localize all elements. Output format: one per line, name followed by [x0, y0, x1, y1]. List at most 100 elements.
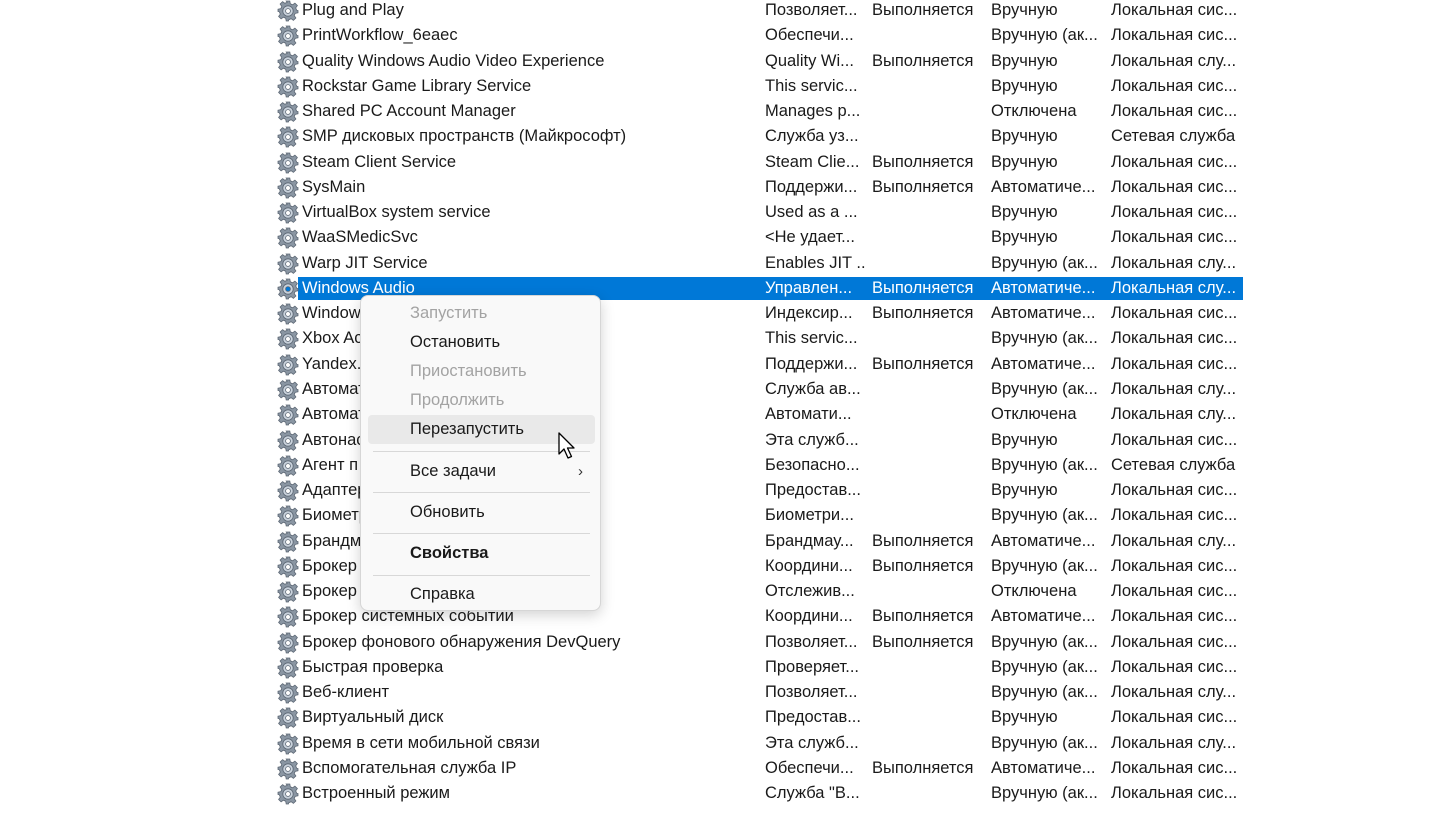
- service-row[interactable]: Steam Client Service Steam Clie... Выпол…: [0, 150, 1440, 175]
- service-name: SMP дисковых пространств (Майкрософт): [302, 127, 627, 146]
- service-row[interactable]: Агент п Безопасно... Вручную (ак... Сете…: [0, 453, 1440, 478]
- service-row[interactable]: PrintWorkflow_6eaec Обеспечи... Вручную …: [0, 23, 1440, 48]
- service-description: This servic...: [765, 329, 858, 348]
- service-row[interactable]: Quality Windows Audio Video Experience Q…: [0, 49, 1440, 74]
- service-row[interactable]: Xbox Ac This servic... Вручную (ак... Ло…: [0, 326, 1440, 351]
- service-row[interactable]: Shared PC Account Manager Manages p... О…: [0, 99, 1440, 124]
- service-startup-type: Вручную: [991, 708, 1058, 727]
- service-startup-type: Вручную (ак...: [991, 506, 1098, 525]
- service-row[interactable]: Брокер Координи... Выполняется Вручную (…: [0, 554, 1440, 579]
- service-logon-as: Локальная слу...: [1111, 253, 1237, 272]
- menu-separator: [373, 533, 590, 534]
- service-name: Plug and Play: [302, 1, 404, 19]
- service-row[interactable]: VirtualBox system service Used as a ... …: [0, 200, 1440, 225]
- menu-item-stop[interactable]: Остановить: [368, 328, 595, 357]
- service-description: This servic...: [765, 76, 858, 95]
- service-startup-type: Вручную (ак...: [991, 455, 1098, 474]
- service-row[interactable]: Автомат ояса Автомати... Отключена Локал…: [0, 402, 1440, 427]
- service-startup-type: Вручную (ак...: [991, 379, 1098, 398]
- service-status: Выполняется: [872, 177, 974, 196]
- service-gear-icon: [277, 152, 299, 174]
- service-startup-type: Вручную: [991, 76, 1058, 95]
- menu-item-pause: Приостановить: [368, 357, 595, 386]
- mouse-cursor-icon: [558, 432, 575, 459]
- service-row[interactable]: Plug and Play Позволяет... Выполняется В…: [0, 0, 1440, 23]
- service-gear-icon: [277, 682, 299, 704]
- service-logon-as: Локальная сис...: [1111, 1, 1238, 19]
- service-row[interactable]: Warp JIT Service Enables JIT ... Вручную…: [0, 251, 1440, 276]
- service-row[interactable]: Веб-клиент Позволяет... Вручную (ак... Л…: [0, 680, 1440, 705]
- service-row[interactable]: Windows Audio Управлен... Выполняется Ав…: [0, 276, 1440, 301]
- service-startup-type: Вручную (ак...: [991, 683, 1098, 702]
- service-row[interactable]: Вспомогательная служба IP Обеспечи... Вы…: [0, 756, 1440, 781]
- service-logon-as: Локальная сис...: [1111, 481, 1238, 500]
- service-gear-icon: [277, 733, 299, 755]
- service-gear-icon: [277, 51, 299, 73]
- service-description: Обеспечи...: [765, 758, 854, 777]
- service-description: Enables JIT ...: [765, 253, 865, 272]
- service-row[interactable]: Биометр Биометри... Вручную (ак... Локал…: [0, 503, 1440, 528]
- service-row[interactable]: Автомат ройств Служба ав... Вручную (ак.…: [0, 377, 1440, 402]
- menu-item-refresh[interactable]: Обновить: [368, 498, 595, 527]
- menu-item-pause-label: Приостановить: [410, 362, 527, 380]
- service-startup-type: Автоматиче...: [991, 278, 1096, 297]
- menu-item-refresh-label: Обновить: [410, 503, 485, 521]
- service-gear-icon: [277, 758, 299, 780]
- service-row[interactable]: Yandex.I Поддержи... Выполняется Автомат…: [0, 352, 1440, 377]
- service-startup-type: Автоматиче...: [991, 758, 1096, 777]
- menu-item-properties[interactable]: Свойства: [368, 539, 595, 568]
- service-row[interactable]: Время в сети мобильной связи Эта служб..…: [0, 731, 1440, 756]
- service-row[interactable]: Window Индексир... Выполняется Автоматич…: [0, 301, 1440, 326]
- service-row[interactable]: Брандм Брандмау... Выполняется Автоматич…: [0, 529, 1440, 554]
- service-row[interactable]: Брокер системных событий Координи... Вып…: [0, 604, 1440, 629]
- service-startup-type: Вручную (ак...: [991, 253, 1098, 272]
- service-logon-as: Локальная слу...: [1111, 405, 1237, 424]
- service-startup-type: Вручную (ак...: [991, 657, 1098, 676]
- service-name: Shared PC Account Manager: [302, 102, 516, 121]
- service-row[interactable]: Встроенный режим Служба "В... Вручную (а…: [0, 781, 1440, 806]
- service-status: Выполняется: [872, 758, 974, 777]
- service-row[interactable]: Брокер System Guard Отслежив... Отключен…: [0, 579, 1440, 604]
- service-gear-icon: [277, 556, 299, 578]
- menu-item-help[interactable]: Справка: [368, 580, 595, 609]
- menu-separator: [373, 492, 590, 493]
- service-status: Выполняется: [872, 556, 974, 575]
- service-row[interactable]: Адаптер Предостав... Вручную Локальная с…: [0, 478, 1440, 503]
- service-row[interactable]: SysMain Поддержи... Выполняется Автомати…: [0, 175, 1440, 200]
- service-startup-type: Вручную (ак...: [991, 26, 1098, 45]
- service-name: Steam Client Service: [302, 152, 457, 171]
- service-description: Quality Wi...: [765, 51, 854, 70]
- service-logon-as: Локальная слу...: [1111, 51, 1237, 70]
- service-logon-as: Локальная сис...: [1111, 607, 1238, 626]
- service-row[interactable]: SMP дисковых пространств (Майкрософт) Сл…: [0, 124, 1440, 149]
- service-logon-as: Локальная сис...: [1111, 329, 1238, 348]
- menu-item-all-tasks[interactable]: Все задачи ›: [368, 457, 595, 486]
- service-logon-as: Локальная сис...: [1111, 177, 1238, 196]
- service-row[interactable]: Виртуальный диск Предостав... Вручную Ло…: [0, 705, 1440, 730]
- service-description: Служба ав...: [765, 379, 861, 398]
- service-logon-as: Локальная слу...: [1111, 733, 1237, 752]
- service-logon-as: Локальная сис...: [1111, 506, 1238, 525]
- service-startup-type: Вручную (ак...: [991, 632, 1098, 651]
- menu-item-stop-label: Остановить: [410, 333, 501, 351]
- service-description: Эта служб...: [765, 733, 859, 752]
- service-logon-as: Локальная слу...: [1111, 278, 1237, 297]
- service-gear-icon: [277, 480, 299, 502]
- service-row[interactable]: Автонас Эта служб... Вручную Локальная с…: [0, 428, 1440, 453]
- service-row[interactable]: Быстрая проверка Проверяет... Вручную (а…: [0, 655, 1440, 680]
- service-row[interactable]: WaaSMedicSvc <Не удает... Вручную Локаль…: [0, 225, 1440, 250]
- service-description: Отслежив...: [765, 582, 855, 601]
- service-name: SysMain: [302, 177, 366, 196]
- service-logon-as: Локальная сис...: [1111, 228, 1238, 247]
- service-description: Брандмау...: [765, 531, 854, 550]
- service-logon-as: Локальная сис...: [1111, 708, 1238, 727]
- service-gear-icon: [277, 253, 299, 275]
- service-name: Rockstar Game Library Service: [302, 76, 532, 95]
- service-startup-type: Вручную: [991, 203, 1058, 222]
- service-row[interactable]: Rockstar Game Library Service This servi…: [0, 74, 1440, 99]
- service-description: Безопасно...: [765, 455, 860, 474]
- menu-separator: [373, 575, 590, 576]
- service-gear-icon: [277, 227, 299, 249]
- service-row[interactable]: Брокер фонового обнаружения DevQuery Поз…: [0, 630, 1440, 655]
- service-logon-as: Локальная сис...: [1111, 582, 1238, 601]
